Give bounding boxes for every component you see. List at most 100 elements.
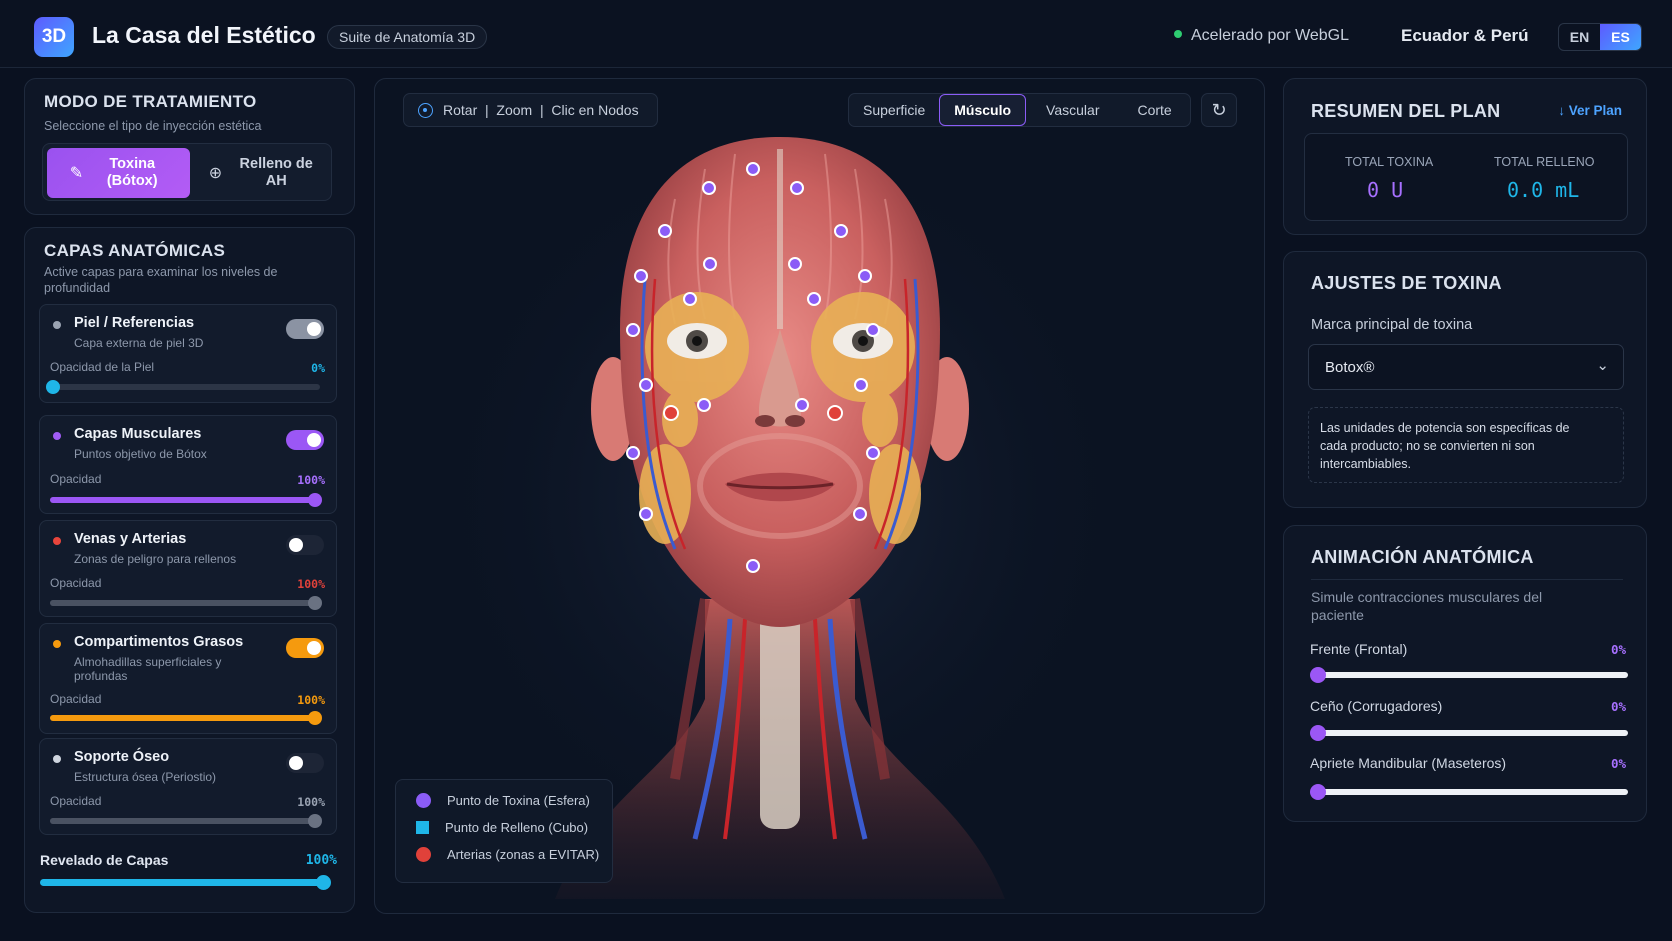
layer-color-dot: [53, 640, 61, 648]
brand-label: Marca principal de toxina: [1311, 317, 1473, 333]
fat-layer-toggle[interactable]: [286, 638, 324, 658]
opacity-label: Opacidad de la Piel: [50, 360, 155, 374]
view-plan-link[interactable]: ↓ Ver Plan: [1558, 103, 1622, 118]
treatment-mode-subtitle: Seleccione el tipo de inyección estética: [44, 119, 262, 133]
slider-label-frontal: Frente (Frontal): [1310, 641, 1408, 657]
slider-fill: [50, 497, 320, 503]
selected-brand: Botox®: [1325, 359, 1375, 376]
slider-fill: [50, 600, 320, 606]
frontal-contraction-slider[interactable]: [1310, 667, 1628, 683]
slider-thumb[interactable]: [308, 493, 322, 507]
layer-desc: Estructura ósea (Periostio): [74, 770, 217, 784]
opacity-label: Opacidad: [50, 576, 102, 590]
potency-note: Las unidades de potencia son específicas…: [1308, 407, 1624, 483]
slider-value-corrugators: 0%: [1610, 699, 1626, 714]
status-dot-icon: [1174, 30, 1182, 38]
layer-card-bone: Soporte Óseo Estructura ósea (Periostio)…: [39, 738, 337, 835]
anatomical-layers-panel: CAPAS ANATÓMICAS Active capas para exami…: [24, 227, 355, 913]
bone-opacity-slider[interactable]: [50, 814, 322, 828]
tab-section[interactable]: Corte: [1119, 94, 1189, 126]
total-filler-value: 0.0 mL: [1507, 178, 1580, 202]
layer-name: Soporte Óseo: [74, 749, 170, 765]
treatment-mode-switch: ✎ Toxina (Bótox) ⊕ Relleno de AH: [42, 143, 332, 201]
skin-opacity-slider[interactable]: [46, 380, 320, 394]
animation-subtitle: Simule contracciones musculares del paci…: [1311, 589, 1543, 623]
total-toxin-value: 0 U: [1367, 178, 1404, 202]
skin-layer-toggle[interactable]: [286, 319, 324, 339]
filler-cube-icon: [416, 821, 429, 834]
legend-label: Punto de Toxina (Esfera): [447, 793, 590, 808]
viewer-controls-hint: Rotar | Zoom | Clic en Nodos: [403, 93, 658, 127]
animation-title: ANIMACIÓN ANATÓMICA: [1311, 547, 1534, 567]
opacity-value: 100%: [297, 693, 325, 707]
slider-fill: [50, 818, 320, 824]
slider-thumb[interactable]: [308, 596, 322, 610]
total-toxin-label: TOTAL TOXINA: [1345, 155, 1434, 169]
view-mode-tabs: Superficie Músculo Vascular Corte: [848, 93, 1191, 127]
opacity-label: Opacidad: [50, 472, 102, 486]
layer-card-fat: Compartimentos Grasos Almohadillas super…: [39, 623, 337, 734]
legend-item-toxin: Punto de Toxina (Esfera): [416, 793, 590, 808]
plan-summary-panel: RESUMEN DEL PLAN ↓ Ver Plan TOTAL TOXINA…: [1283, 78, 1647, 235]
vessels-layer-toggle[interactable]: [286, 535, 324, 555]
hint-text: Rotar | Zoom | Clic en Nodos: [443, 102, 639, 118]
slider-thumb[interactable]: [316, 875, 331, 890]
rotate-icon: [418, 102, 433, 118]
slider-fill: [50, 715, 320, 721]
layers-title: CAPAS ANATÓMICAS: [44, 241, 226, 260]
opacity-label: Opacidad: [50, 794, 102, 808]
reset-view-button[interactable]: ↻: [1201, 93, 1237, 127]
slider-label-corrugators: Ceño (Corrugadores): [1310, 698, 1443, 714]
opacity-value: 100%: [297, 473, 325, 487]
slider-thumb[interactable]: [1310, 667, 1326, 683]
layer-desc: Capa externa de piel 3D: [74, 336, 204, 350]
bone-layer-toggle[interactable]: [286, 753, 324, 773]
toxin-settings-panel: AJUSTES DE TOXINA Marca principal de tox…: [1283, 251, 1647, 508]
muscle-opacity-slider[interactable]: [50, 493, 322, 507]
slider-thumb[interactable]: [46, 380, 60, 394]
slider-thumb[interactable]: [1310, 725, 1326, 741]
legend-label: Arterias (zonas a EVITAR): [447, 847, 600, 862]
lang-en-button[interactable]: EN: [1559, 24, 1600, 50]
webgl-status: Acelerado por WebGL: [1174, 27, 1349, 45]
layer-desc: Zonas de peligro para rellenos: [74, 552, 237, 566]
muscle-layer-toggle[interactable]: [286, 430, 324, 450]
legend-label: Punto de Relleno (Cubo): [445, 820, 589, 835]
treatment-mode-title: MODO DE TRATAMIENTO: [44, 92, 257, 111]
layer-name: Compartimentos Grasos: [74, 634, 244, 650]
layer-color-dot: [53, 432, 61, 440]
anatomy-viewer[interactable]: Rotar | Zoom | Clic en Nodos Superficie …: [374, 78, 1265, 914]
potency-note-text: Las unidades de potencia son específicas…: [1320, 421, 1570, 471]
refresh-icon: ↻: [1211, 99, 1227, 120]
slider-thumb[interactable]: [1310, 784, 1326, 800]
tab-vascular[interactable]: Vascular: [1026, 94, 1119, 126]
toxin-mode-button[interactable]: ✎ Toxina (Bótox): [47, 148, 190, 198]
layer-card-muscles: Capas Musculares Puntos objetivo de Bóto…: [39, 415, 337, 514]
layer-reveal-slider[interactable]: [40, 875, 331, 890]
artery-warning-icon: [416, 847, 431, 862]
slider-thumb[interactable]: [308, 814, 322, 828]
layer-name: Piel / Referencias: [74, 315, 195, 331]
corrugator-contraction-slider[interactable]: [1310, 725, 1628, 741]
region-label: Ecuador & Perú: [1401, 26, 1529, 45]
tab-surface[interactable]: Superficie: [849, 94, 939, 126]
filler-mode-button[interactable]: ⊕ Relleno de AH: [196, 148, 329, 198]
syringe-icon: ✎: [69, 165, 84, 182]
layers-subtitle: Active capas para examinar los niveles d…: [44, 265, 278, 295]
filler-mode-label: Relleno de AH: [239, 156, 313, 189]
fat-opacity-slider[interactable]: [50, 711, 322, 725]
logo-3d: 3D: [34, 17, 74, 57]
lang-es-button[interactable]: ES: [1600, 24, 1641, 50]
divider: [1311, 579, 1623, 580]
slider-thumb[interactable]: [308, 711, 322, 725]
total-filler-label: TOTAL RELLENO: [1494, 155, 1595, 169]
plan-totals: TOTAL TOXINA 0 U TOTAL RELLENO 0.0 mL: [1304, 133, 1628, 221]
masseter-contraction-slider[interactable]: [1310, 784, 1628, 800]
vessels-opacity-slider[interactable]: [50, 596, 322, 610]
layer-name: Venas y Arterias: [74, 531, 187, 547]
toxin-brand-select[interactable]: Botox® ⌄: [1308, 344, 1624, 390]
tab-muscle[interactable]: Músculo: [939, 94, 1027, 126]
layer-card-vessels: Venas y Arterias Zonas de peligro para r…: [39, 520, 337, 617]
opacity-value: 100%: [297, 577, 325, 591]
toxin-settings-title: AJUSTES DE TOXINA: [1311, 273, 1502, 293]
